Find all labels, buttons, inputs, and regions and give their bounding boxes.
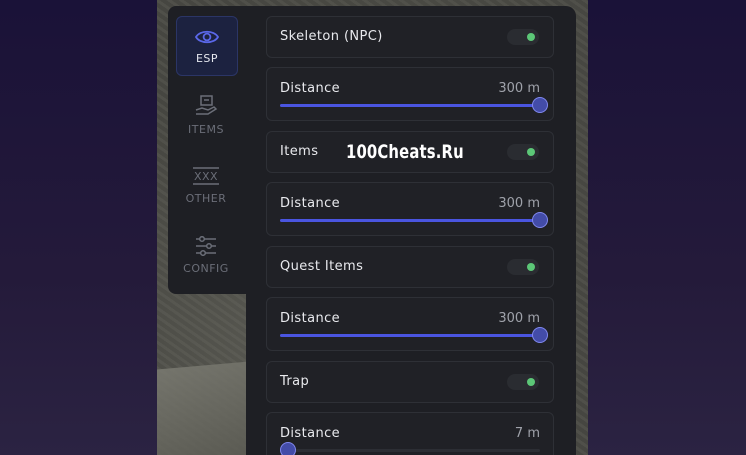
background-right (588, 0, 746, 455)
setting-value: 300 m (498, 81, 540, 96)
setting-row-distance: Distance 300 m (266, 297, 554, 351)
nav-label-items: ITEMS (188, 122, 224, 136)
setting-label: Trap (280, 374, 310, 389)
toggle-knob (527, 33, 535, 41)
setting-label: Distance (280, 196, 341, 211)
setting-label: Items (280, 144, 319, 159)
items-toggle[interactable] (507, 144, 539, 160)
nav-item-other[interactable]: XXX OTHER (176, 156, 236, 214)
nav-label-other: OTHER (185, 191, 227, 205)
nav-label-esp: ESP (195, 51, 219, 65)
nav-label-config: CONFIG (183, 261, 229, 275)
slider-fill (280, 219, 540, 222)
distance-slider[interactable] (280, 97, 548, 113)
toggle-knob (527, 263, 535, 271)
skeleton-toggle[interactable] (507, 29, 539, 45)
setting-row-distance: Distance 7 m (266, 412, 554, 455)
setting-value: 300 m (498, 196, 540, 211)
nav-item-items[interactable]: ITEMS (176, 86, 236, 144)
settings-panel: Skeleton (NPC) Distance 300 m Items Dist… (246, 6, 576, 455)
setting-row-trap: Trap (266, 361, 554, 403)
setting-label: Skeleton (NPC) (280, 29, 383, 44)
setting-row-distance: Distance 300 m (266, 182, 554, 236)
eye-icon (195, 30, 219, 43)
setting-label: Distance (280, 426, 341, 441)
watermark-text: 100Cheats.Ru (346, 141, 464, 163)
slider-thumb[interactable] (532, 212, 548, 228)
slider-fill (280, 104, 540, 107)
quest-items-toggle[interactable] (507, 259, 539, 275)
setting-label: Distance (280, 311, 341, 326)
toggle-knob (527, 148, 535, 156)
distance-slider[interactable] (280, 442, 540, 455)
setting-row-distance: Distance 300 m (266, 67, 554, 121)
sidebar: ESP ITEMS XXX OTHER CONFIG (168, 6, 246, 294)
setting-label: Distance (280, 81, 341, 96)
slider-thumb[interactable] (532, 97, 548, 113)
slider-thumb[interactable] (280, 442, 296, 455)
trap-toggle[interactable] (507, 374, 539, 390)
setting-row-skeleton: Skeleton (NPC) (266, 16, 554, 58)
svg-text:XXX: XXX (194, 170, 218, 183)
background-left (0, 0, 157, 455)
nav-item-esp[interactable]: ESP (176, 16, 238, 76)
setting-label: Quest Items (280, 259, 364, 274)
setting-value: 7 m (514, 426, 540, 441)
slider-fill (280, 334, 540, 337)
setting-value: 300 m (498, 311, 540, 326)
slider-thumb[interactable] (532, 327, 548, 343)
xxx-icon: XXX (193, 166, 219, 185)
distance-slider[interactable] (280, 327, 548, 343)
nav-item-config[interactable]: CONFIG (176, 226, 236, 284)
distance-slider[interactable] (280, 212, 548, 228)
setting-row-quest-items: Quest Items (266, 246, 554, 288)
toggle-knob (527, 378, 535, 386)
sliders-icon (196, 235, 216, 256)
hand-box-icon (195, 94, 218, 115)
